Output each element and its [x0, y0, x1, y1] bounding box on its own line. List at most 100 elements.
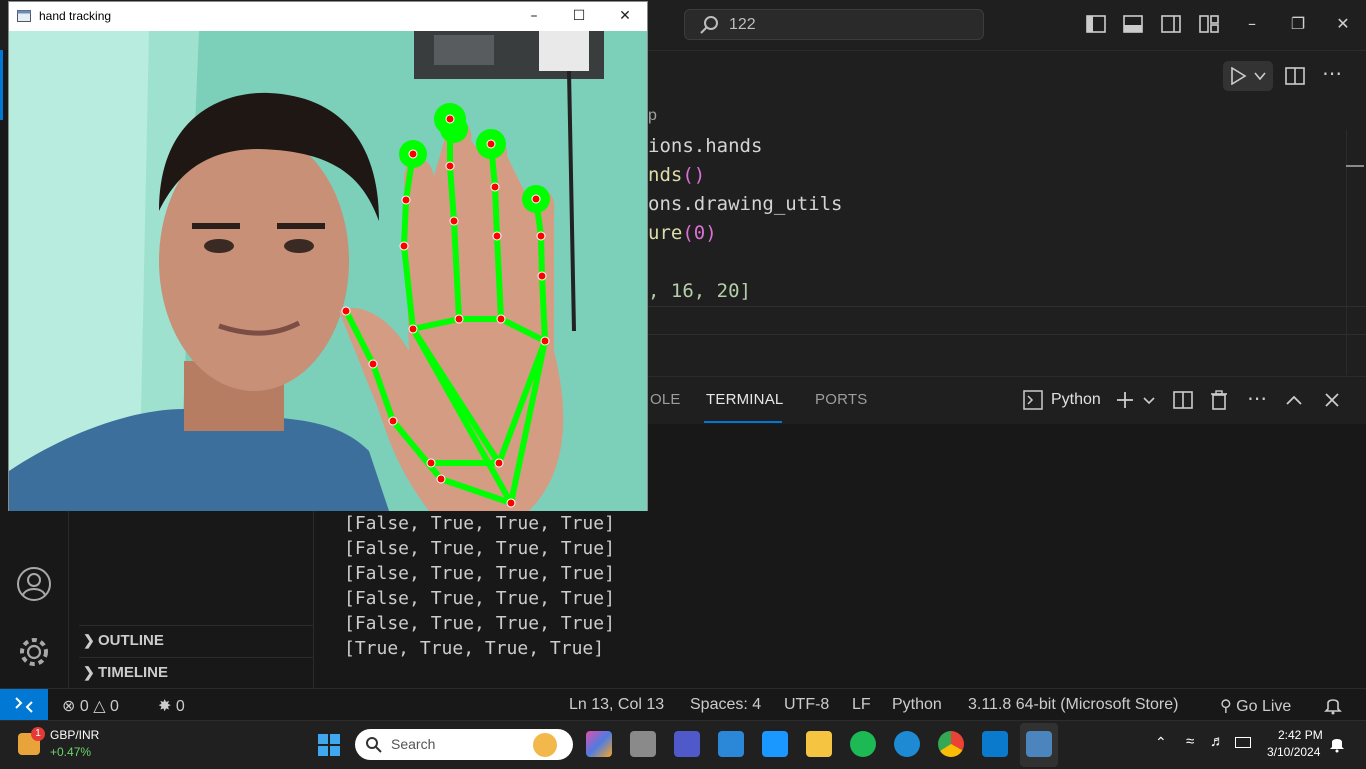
camera-image	[9, 31, 647, 511]
toggle-secondary-sidebar-icon[interactable]	[1160, 13, 1182, 35]
search-highlight-icon	[533, 733, 557, 757]
edge-icon[interactable]	[894, 731, 920, 757]
maximize-panel-icon[interactable]	[1283, 389, 1305, 411]
more-icon[interactable]: ⋯	[1247, 386, 1267, 410]
chevron-down-icon	[1254, 72, 1266, 81]
remote-button[interactable]	[0, 689, 48, 721]
store-icon[interactable]	[718, 731, 744, 757]
terminal-line: [False, True, True, True]	[344, 513, 615, 534]
close-icon[interactable]: ✕	[1333, 14, 1353, 34]
toggle-panel-icon[interactable]	[1122, 13, 1144, 35]
terminal-icon	[1023, 390, 1043, 410]
widget-badge: 1	[31, 727, 45, 741]
taskbar-search[interactable]: Search	[355, 729, 573, 760]
tab-ports[interactable]: PORTS	[815, 391, 867, 408]
tab-terminal[interactable]: TERMINAL	[706, 391, 783, 408]
spotify-icon[interactable]	[850, 731, 876, 757]
plus-icon[interactable]	[1114, 389, 1136, 411]
sidebar-section-outline[interactable]: ❯ OUTLINE	[79, 625, 313, 656]
search-icon	[700, 16, 718, 34]
chrome-icon[interactable]	[938, 731, 964, 757]
run-icon	[1231, 67, 1247, 85]
split-icon[interactable]	[1284, 65, 1306, 87]
python-interpreter[interactable]: 3.11.8 64-bit (Microsoft Store)	[968, 696, 1178, 714]
encoding[interactable]: UTF-8	[784, 696, 829, 714]
taskbar: 1 GBP/INR +0.47% Search ⌃ ≈ ♬ 2:42 PM 3/…	[0, 720, 1366, 769]
go-live-button[interactable]: ⚲ Go Live	[1220, 696, 1291, 716]
restore-icon[interactable]: ❐	[1288, 14, 1308, 34]
more-icon[interactable]: ⋯	[1322, 61, 1342, 85]
task-view-icon[interactable]	[630, 731, 656, 757]
terminal-line: [False, True, True, True]	[344, 588, 615, 609]
wifi-icon[interactable]: ≈	[1186, 733, 1194, 750]
cursor-position[interactable]: Ln 13, Col 13	[569, 696, 664, 714]
eol[interactable]: LF	[852, 696, 871, 714]
trash-icon[interactable]	[1208, 389, 1230, 411]
indentation[interactable]: Spaces: 4	[690, 696, 761, 714]
bell-icon[interactable]	[1329, 735, 1345, 753]
active-app-highlight	[1020, 723, 1058, 767]
activity-active-indicator	[0, 50, 3, 120]
bell-icon[interactable]	[1324, 695, 1342, 715]
search-icon	[366, 737, 382, 753]
prime-video-icon[interactable]	[762, 731, 788, 757]
chevron-down-icon[interactable]	[1142, 389, 1156, 411]
command-center[interactable]: 122	[684, 9, 984, 40]
camera-frame	[9, 31, 647, 511]
battery-icon[interactable]	[1235, 737, 1251, 748]
teams-icon[interactable]	[674, 731, 700, 757]
command-center-text: 122	[729, 16, 756, 33]
hand-tracking-window[interactable]: hand tracking – ☐ ✕	[8, 1, 648, 511]
volume-icon[interactable]: ♬	[1210, 733, 1225, 750]
run-button[interactable]	[1223, 61, 1273, 91]
status-bar: ⊗ 0 △ 0 ✸ 0 Ln 13, Col 13 Spaces: 4 UTF-…	[0, 688, 1366, 721]
window-app-icon	[17, 10, 31, 22]
code-line-4: ure(0)	[648, 222, 717, 244]
code-editor[interactable]: ions.hands nds() ons.drawing_utils ure(0…	[648, 130, 1346, 375]
close-icon[interactable]: ✕	[614, 6, 636, 26]
customize-layout-icon[interactable]	[1198, 13, 1220, 35]
tab-debug-console[interactable]: OLE	[650, 391, 681, 408]
terminal-line: [False, True, True, True]	[344, 538, 615, 559]
editor-toolbar: ⋯	[648, 51, 1366, 101]
code-line-6: , 16, 20]	[648, 280, 751, 302]
active-tab-indicator	[704, 421, 782, 423]
clock-time[interactable]: 2:42 PM	[1278, 728, 1323, 742]
language-mode[interactable]: Python	[892, 696, 942, 714]
current-line-highlight	[648, 306, 1366, 335]
split-terminal-icon[interactable]	[1172, 389, 1194, 411]
toggle-primary-sidebar-icon[interactable]	[1085, 13, 1107, 35]
vscode-icon[interactable]	[982, 731, 1008, 757]
error-icon: ⊗	[62, 698, 76, 715]
breadcrumb[interactable]: p	[648, 107, 657, 125]
minimize-icon[interactable]: –	[523, 6, 545, 26]
scroll-indicator	[1346, 165, 1364, 167]
minimize-icon[interactable]: –	[1242, 14, 1262, 34]
windows-start-icon[interactable]	[317, 733, 341, 757]
gear-icon[interactable]	[16, 634, 52, 670]
window-titlebar[interactable]: hand tracking – ☐ ✕	[9, 2, 647, 31]
code-line-2: nds()	[648, 164, 706, 186]
widget-name[interactable]: GBP/INR	[50, 728, 99, 742]
close-panel-icon[interactable]	[1321, 389, 1343, 411]
copilot-icon[interactable]	[586, 731, 612, 757]
sidebar-section-timeline[interactable]: ❯ TIMELINE	[79, 657, 313, 688]
window-title: hand tracking	[39, 9, 112, 23]
broadcast-icon: ✸	[158, 698, 172, 715]
code-line-1: ions.hands	[648, 135, 763, 157]
ports-indicator[interactable]: ✸ 0	[158, 696, 185, 716]
terminal-line: [False, True, True, True]	[344, 563, 615, 584]
account-icon[interactable]	[16, 566, 52, 602]
terminal-line: [False, True, True, True]	[344, 613, 615, 634]
code-line-3: ons.drawing_utils	[648, 193, 843, 215]
broadcast-icon: ⚲	[1220, 698, 1232, 715]
problems-indicator[interactable]: ⊗ 0 △ 0	[62, 696, 119, 716]
chevron-right-icon: ❯	[83, 632, 95, 648]
terminal-shell-label[interactable]: Python	[1051, 391, 1101, 409]
maximize-icon[interactable]: ☐	[568, 6, 590, 26]
file-explorer-icon[interactable]	[806, 731, 832, 757]
warning-icon: △	[93, 698, 106, 715]
clock-date[interactable]: 3/10/2024	[1267, 745, 1320, 759]
chevron-right-icon: ❯	[83, 664, 95, 680]
chevron-up-icon[interactable]: ⌃	[1155, 734, 1167, 751]
